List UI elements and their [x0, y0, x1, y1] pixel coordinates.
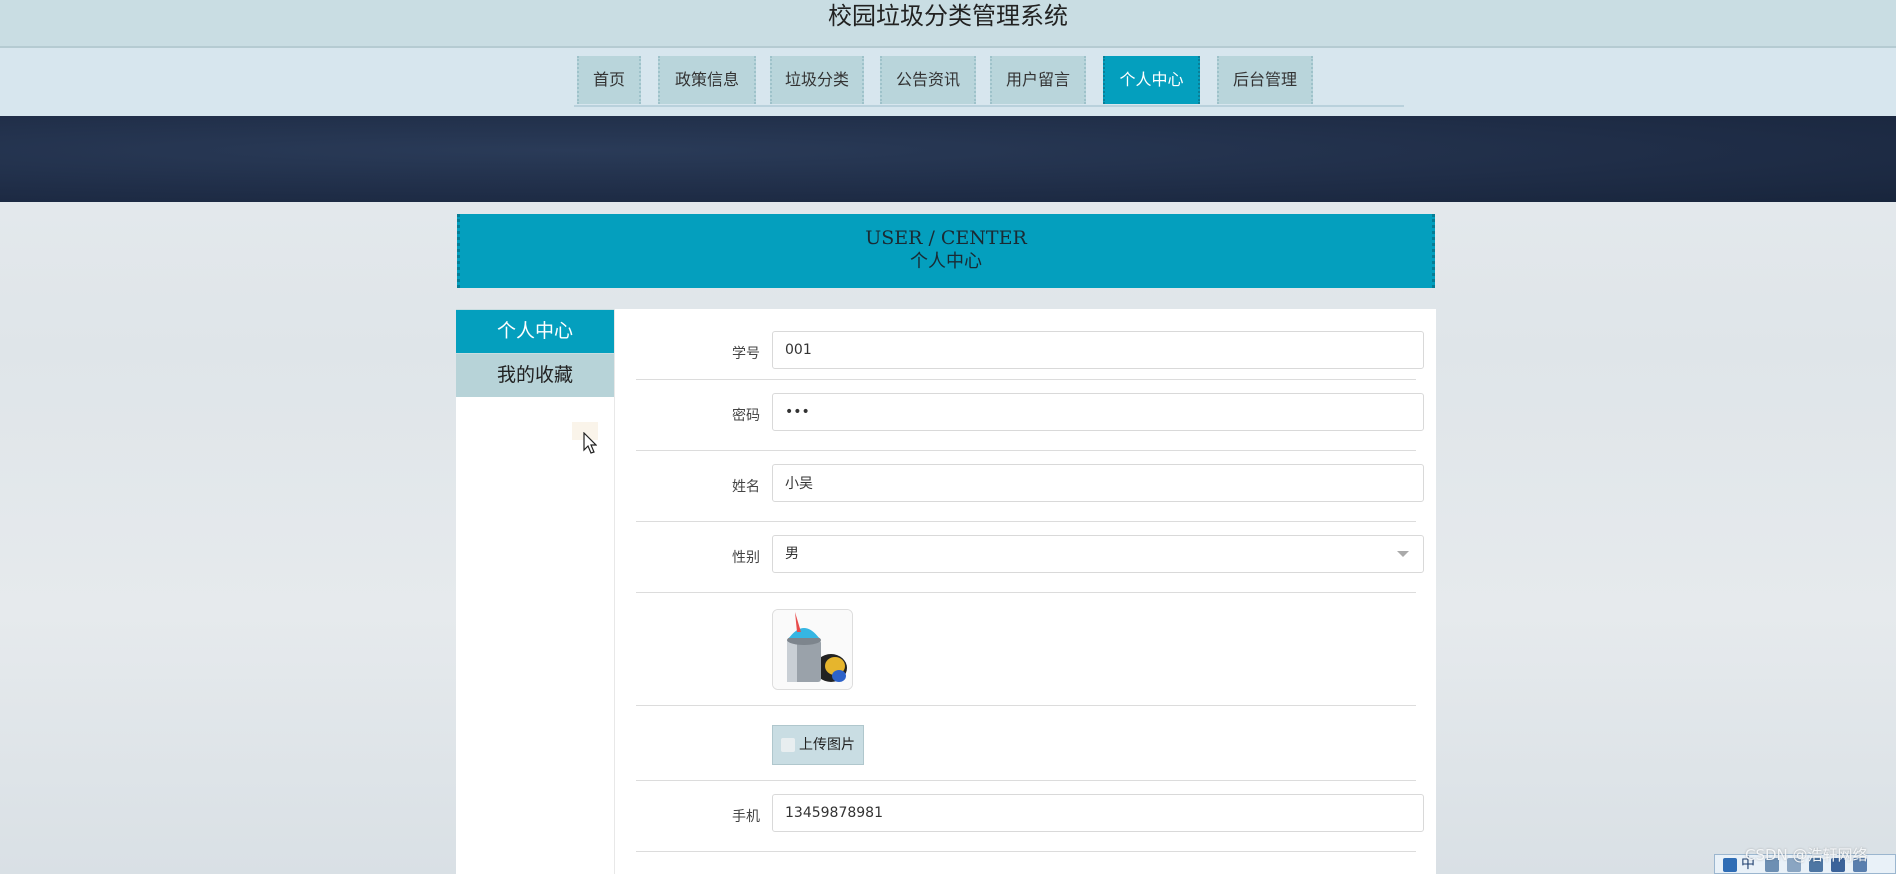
gender-label: 性别 [732, 550, 760, 566]
section-title-cn: 个人中心 [910, 251, 982, 272]
nav-item-personal-center[interactable]: 个人中心 [1103, 56, 1200, 104]
watermark: CSDN @浩轩网络 [1745, 846, 1868, 864]
form-row-student-id: 学号 [636, 317, 1424, 380]
form-row-name: 姓名 [636, 450, 1424, 522]
name-label: 姓名 [732, 479, 760, 495]
section-header: USER / CENTER 个人中心 [457, 214, 1435, 288]
phone-label: 手机 [732, 809, 760, 825]
title-bar: 校园垃圾分类管理系统 [0, 0, 1896, 48]
password-input[interactable]: ••• [772, 393, 1424, 431]
avatar-image [772, 609, 853, 690]
student-id-label: 学号 [732, 346, 760, 362]
mouse-cursor-icon [583, 432, 597, 454]
chevron-down-icon [1397, 551, 1409, 557]
student-id-input[interactable] [772, 331, 1424, 369]
section-title-en: USER / CENTER [865, 227, 1027, 249]
upload-image-button[interactable]: 上传图片 [772, 725, 864, 765]
gender-select[interactable]: 男 [772, 535, 1424, 573]
form-row-password: 密码 ••• [636, 379, 1424, 451]
banner [0, 116, 1896, 202]
nav-item-user-messages[interactable]: 用户留言 [990, 56, 1086, 104]
sidebar-item-personal-center[interactable]: 个人中心 [456, 309, 614, 353]
trash-bin-image-icon [773, 610, 852, 689]
form-row-gender: 性别 男 [636, 521, 1424, 593]
content-panel: 个人中心 我的收藏 学号 密码 ••• 姓名 性别 男 [456, 309, 1436, 874]
form-row-avatar [636, 592, 1416, 706]
nav-item-policy[interactable]: 政策信息 [658, 56, 756, 104]
nav-item-announcements[interactable]: 公告资讯 [880, 56, 976, 104]
form-row-upload: 上传图片 [636, 705, 1416, 781]
form-row-phone: 手机 [636, 780, 1424, 852]
nav-item-home[interactable]: 首页 [577, 56, 641, 104]
sidebar-item-favorites[interactable]: 我的收藏 [456, 353, 614, 397]
app-title: 校园垃圾分类管理系统 [828, 2, 1068, 30]
password-label: 密码 [732, 408, 760, 424]
nav-divider [574, 105, 1404, 107]
upload-image-label: 上传图片 [799, 737, 855, 753]
sidebar: 个人中心 我的收藏 [456, 309, 615, 874]
phone-input[interactable] [772, 794, 1424, 832]
gender-select-value: 男 [785, 546, 799, 562]
name-input[interactable] [772, 464, 1424, 502]
image-icon [781, 738, 795, 752]
nav-item-garbage-classification[interactable]: 垃圾分类 [770, 56, 864, 104]
nav-item-admin[interactable]: 后台管理 [1217, 56, 1313, 104]
ime-logo-icon [1723, 858, 1737, 872]
